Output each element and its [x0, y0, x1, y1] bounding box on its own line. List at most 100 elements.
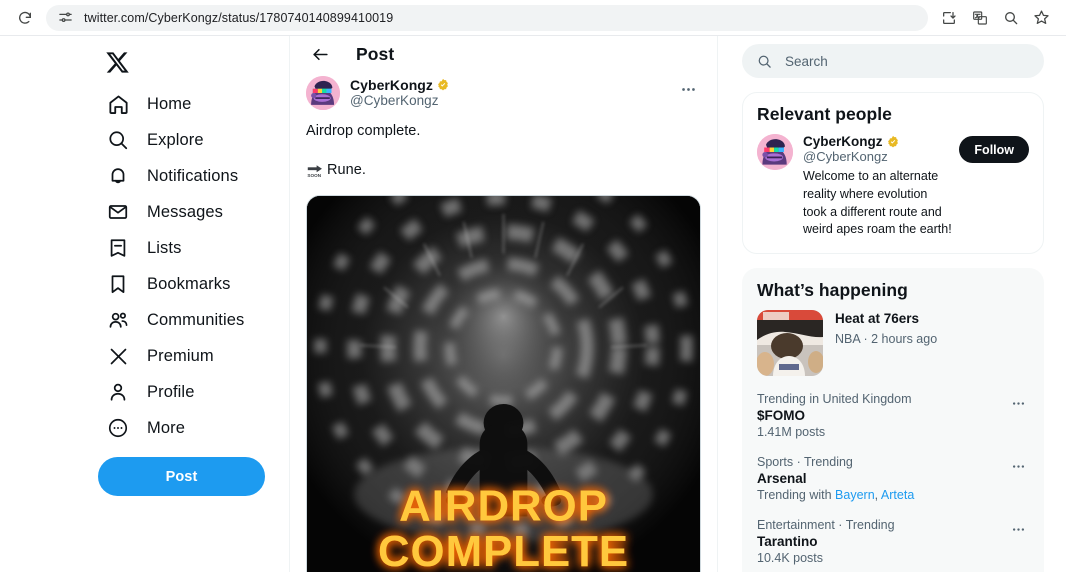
gold-verified-badge-icon — [438, 78, 448, 91]
relevant-person-name: CyberKongz — [803, 134, 883, 149]
relevant-person-name-row: CyberKongz — [803, 134, 953, 149]
post-header: Post — [290, 36, 717, 72]
svg-text:SOON: SOON — [307, 172, 321, 177]
sidebar-item-lists[interactable]: Lists — [98, 230, 289, 266]
more-horizontal-icon[interactable] — [1007, 518, 1029, 540]
relevant-person-handle: @CyberKongz — [803, 149, 888, 164]
post-column: Post CyberKongz @CyberKongz Airdrop comp… — [290, 36, 718, 572]
search-icon — [756, 53, 773, 70]
trend-subtext: 10.4K posts — [757, 551, 1007, 565]
sidebar-item-communities[interactable]: Communities — [98, 302, 289, 338]
news-item[interactable]: Heat at 76ers NBA · 2 hours ago — [743, 310, 1043, 392]
more-circle-icon — [105, 415, 131, 441]
news-thumbnail — [757, 310, 823, 376]
sidebar-item-messages[interactable]: Messages — [98, 194, 289, 230]
trend-category: Trending in United Kingdom — [757, 392, 912, 406]
trend-name: $FOMO — [757, 408, 806, 423]
trend-item[interactable]: Sports · Trending Arsenal Trending with … — [743, 455, 1043, 518]
trend-link[interactable]: Arteta — [881, 488, 914, 502]
sidebar-item-label: Communities — [147, 310, 245, 329]
post-media-image[interactable]: AIRDROP COMPLETE AIRDROP COMPLETE 4K — [306, 194, 701, 572]
right-sidebar: Relevant people — [718, 36, 1066, 572]
home-icon — [105, 91, 131, 117]
sidebar-item-label: Bookmarks — [147, 274, 231, 293]
search-input[interactable] — [785, 53, 1030, 69]
zoom-search-icon[interactable] — [1002, 9, 1019, 26]
gold-verified-badge-icon — [887, 135, 898, 147]
sidebar-item-home[interactable]: Home — [98, 86, 289, 122]
trend-info: Trending in United Kingdom $FOMO 1.41M p… — [757, 392, 1007, 439]
whats-happening-card: What’s happening Heat at 76ers NBA · 2 h… — [742, 268, 1044, 572]
trend-info: Sports · Trending Arsenal Trending with … — [757, 455, 1007, 502]
bell-icon — [105, 163, 131, 189]
post-body: Airdrop complete. SOON Rune. — [290, 110, 717, 179]
sidebar-item-label: Home — [147, 94, 192, 113]
news-meta: NBA · 2 hours ago — [835, 331, 938, 346]
envelope-icon — [105, 199, 131, 225]
page-title: Post — [356, 43, 395, 64]
post-author-row: CyberKongz @CyberKongz — [290, 72, 717, 110]
sidebar-item-profile[interactable]: Profile — [98, 374, 289, 410]
relevant-person-bio: Welcome to an alternate reality where ev… — [803, 169, 952, 237]
sidebar-item-notifications[interactable]: Notifications — [98, 158, 289, 194]
url-text: twitter.com/CyberKongz/status/1780740140… — [84, 10, 394, 25]
browser-actions — [940, 9, 1054, 26]
sidebar-item-more[interactable]: More — [98, 410, 289, 446]
list-icon — [105, 235, 131, 261]
more-horizontal-icon[interactable] — [675, 76, 701, 102]
more-horizontal-icon[interactable] — [1007, 455, 1029, 477]
sidebar-item-explore[interactable]: Explore — [98, 122, 289, 158]
avatar[interactable] — [757, 134, 793, 170]
search-box[interactable] — [742, 44, 1044, 78]
more-horizontal-icon[interactable] — [1007, 392, 1029, 414]
trend-category: Sports · Trending — [757, 455, 853, 469]
trend-info: Entertainment · Trending Tarantino 10.4K… — [757, 518, 1007, 565]
post-text-line-1: Airdrop complete. — [306, 123, 421, 139]
trend-category: Entertainment · Trending — [757, 518, 895, 532]
author-name-row: CyberKongz — [350, 77, 675, 93]
trend-sub-prefix: Trending with — [757, 488, 836, 502]
sidebar-item-label: Profile — [147, 382, 195, 401]
post-text-line-2: Rune. — [327, 162, 366, 179]
relevant-people-title: Relevant people — [757, 104, 892, 124]
sidebar-item-bookmarks[interactable]: Bookmarks — [98, 266, 289, 302]
relevant-person-info: CyberKongz @CyberKongz Welcome to an alt… — [803, 134, 953, 239]
post-button[interactable]: Post — [98, 457, 265, 496]
follow-button[interactable]: Follow — [959, 136, 1029, 163]
trend-sub-prefix: 10.4K posts — [757, 551, 824, 565]
reload-icon[interactable] — [12, 5, 38, 31]
share-icon[interactable] — [940, 9, 957, 26]
bookmark-star-icon[interactable] — [1033, 9, 1050, 26]
sidebar-item-label: Explore — [147, 130, 204, 149]
sidebar-item-premium[interactable]: Premium — [98, 338, 289, 374]
trend-subtext: 1.41M posts — [757, 425, 1007, 439]
x-icon — [105, 343, 131, 369]
author-identity: CyberKongz @CyberKongz — [350, 76, 675, 108]
svg-text:COMPLETE: COMPLETE — [378, 527, 629, 572]
bookmark-icon — [105, 271, 131, 297]
search-icon — [105, 127, 131, 153]
trend-item[interactable]: Entertainment · Trending Tarantino 10.4K… — [743, 518, 1043, 572]
site-settings-icon[interactable] — [56, 9, 74, 27]
avatar[interactable] — [306, 76, 340, 110]
sidebar-item-label: More — [147, 418, 185, 437]
relevant-person-row[interactable]: CyberKongz @CyberKongz Welcome to an alt… — [743, 134, 1043, 253]
soon-arrow-emoji-icon: SOON — [307, 164, 322, 177]
left-sidebar: Home Explore Notifications Messages List… — [0, 36, 290, 572]
browser-toolbar: twitter.com/CyberKongz/status/1780740140… — [0, 0, 1066, 36]
trend-sub-prefix: 1.41M posts — [757, 425, 826, 439]
post-text-line-2-row: SOON Rune. — [306, 162, 701, 179]
trend-link[interactable]: Bayern — [835, 488, 875, 502]
whats-happening-title: What’s happening — [757, 280, 908, 300]
trend-item[interactable]: Trending in United Kingdom $FOMO 1.41M p… — [743, 392, 1043, 455]
x-logo[interactable] — [98, 42, 140, 82]
people-icon — [105, 307, 131, 333]
back-arrow-icon[interactable] — [306, 40, 334, 68]
address-bar[interactable]: twitter.com/CyberKongz/status/1780740140… — [46, 4, 928, 31]
translate-icon[interactable] — [971, 9, 988, 26]
news-text: Heat at 76ers NBA · 2 hours ago — [835, 310, 1029, 346]
author-display-name: CyberKongz — [350, 77, 433, 93]
trend-name: Arsenal — [757, 471, 807, 486]
sidebar-item-label: Premium — [147, 346, 214, 365]
twitter-app: Home Explore Notifications Messages List… — [0, 36, 1066, 572]
